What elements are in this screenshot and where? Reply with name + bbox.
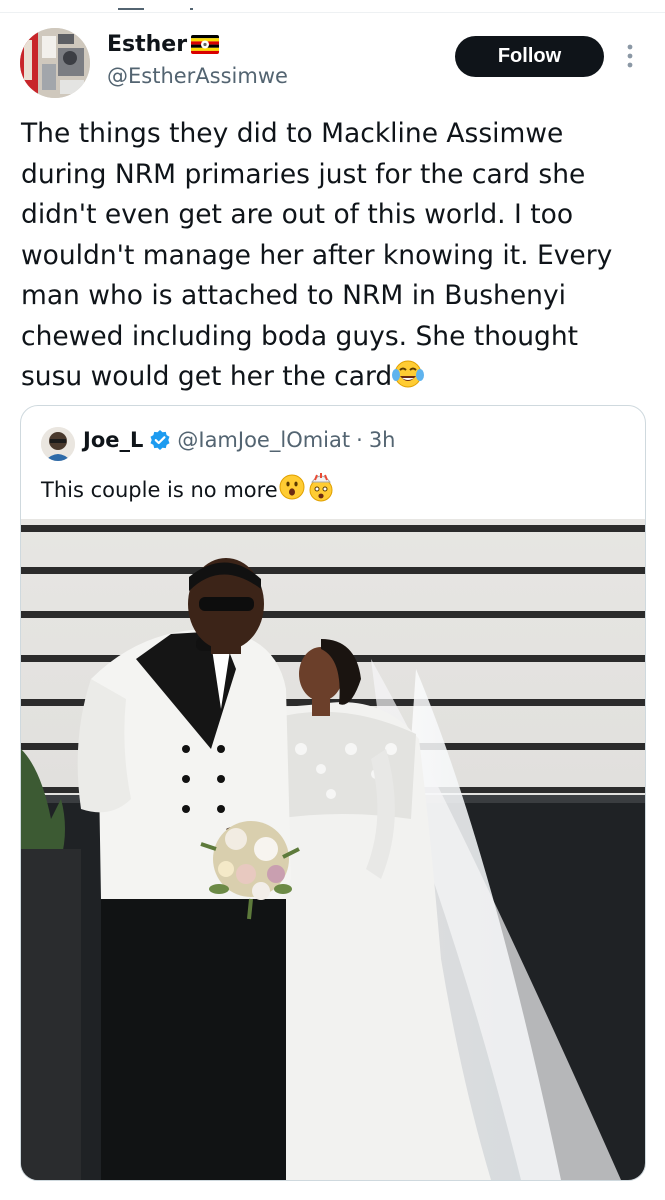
quoted-display-name[interactable]: Joe_L — [83, 428, 143, 452]
quoted-author-avatar[interactable] — [41, 427, 75, 461]
follow-button[interactable]: Follow — [455, 36, 604, 77]
quoted-handle[interactable]: @IamJoe_lOmiat — [177, 428, 350, 452]
face-with-tears-of-joy-icon — [392, 359, 425, 402]
quoted-tweet-card[interactable]: Joe_L @IamJoe_lOmiat · 3h This couple is… — [20, 405, 646, 1181]
quoted-text: This couple is no more — [41, 477, 278, 502]
author-handle[interactable]: @EstherAssimwe — [107, 64, 288, 88]
more-options-icon[interactable] — [620, 40, 640, 74]
hushed-face-icon — [278, 473, 306, 506]
wedding-photo[interactable] — [21, 519, 645, 1180]
verified-badge-icon — [149, 429, 171, 451]
meta-separator: · — [356, 428, 363, 452]
top-edge-mark — [118, 8, 144, 10]
author-avatar[interactable] — [20, 28, 90, 98]
exploding-head-icon — [306, 472, 336, 507]
tweet-body: The things they did to Mackline Assimwe … — [21, 114, 646, 402]
quoted-body: This couple is no more — [41, 472, 336, 507]
top-edge-mark — [190, 8, 193, 10]
author-display-name[interactable]: Esther — [107, 32, 187, 57]
uganda-flag-icon — [191, 35, 220, 54]
quoted-timestamp[interactable]: 3h — [369, 428, 396, 452]
tweet-text: The things they did to Mackline Assimwe … — [21, 118, 613, 392]
top-edge — [0, 0, 665, 13]
